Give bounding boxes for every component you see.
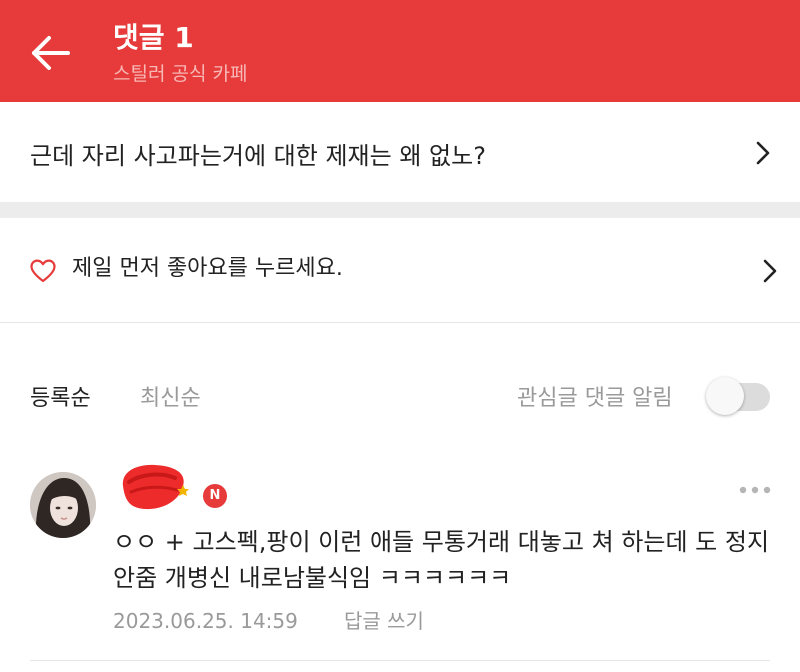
post-title: 근데 자리 사고파는거에 대한 제재는 왜 없노? xyxy=(30,142,486,170)
chevron-right-icon xyxy=(763,259,777,283)
comment-divider xyxy=(30,660,770,661)
toggle-knob[interactable] xyxy=(706,377,744,415)
comment-alarm-label: 관심글 댓글 알림 xyxy=(517,386,673,411)
comment-sort-bar: 등록순 최신순 관심글 댓글 알림 xyxy=(0,372,800,426)
comment-body: ㅇㅇ + 고스펙,팡이 이런 애들 무통거래 대놓고 쳐 하는데 도 정지 안줌… xyxy=(113,528,770,592)
new-badge: N xyxy=(203,484,227,508)
like-row[interactable]: 제일 먼저 좋아요를 누르세요. xyxy=(0,218,800,323)
app-header: 댓글 1 스틸러 공식 카페 xyxy=(0,0,800,102)
author-name-redaction xyxy=(122,464,189,510)
avatar[interactable] xyxy=(30,472,96,538)
more-dots-icon[interactable] xyxy=(738,485,772,495)
chevron-right-icon xyxy=(756,141,770,165)
post-link-row[interactable]: 근데 자리 사고파는거에 대한 제재는 왜 없노? xyxy=(0,102,800,202)
avatar-photo xyxy=(30,472,96,538)
cafe-name: 스틸러 공식 카페 xyxy=(113,63,248,85)
comment-date: 2023.06.25. 14:59 xyxy=(113,609,298,633)
sort-registered-tab[interactable]: 등록순 xyxy=(30,382,91,416)
like-prompt: 제일 먼저 좋아요를 누르세요. xyxy=(72,256,343,281)
heart-outline-icon[interactable] xyxy=(30,259,56,283)
reply-button[interactable]: 답글 쓰기 xyxy=(344,606,424,636)
comment-item: N ㅇㅇ + 고스펙,팡이 이런 애들 무통거래 대놓고 쳐 하는데 도 정지 … xyxy=(0,460,800,660)
sort-newest-tab[interactable]: 최신순 xyxy=(140,382,201,416)
page-title: 댓글 1 xyxy=(113,21,194,54)
section-divider xyxy=(0,202,800,218)
arrow-left-icon[interactable] xyxy=(30,33,72,73)
